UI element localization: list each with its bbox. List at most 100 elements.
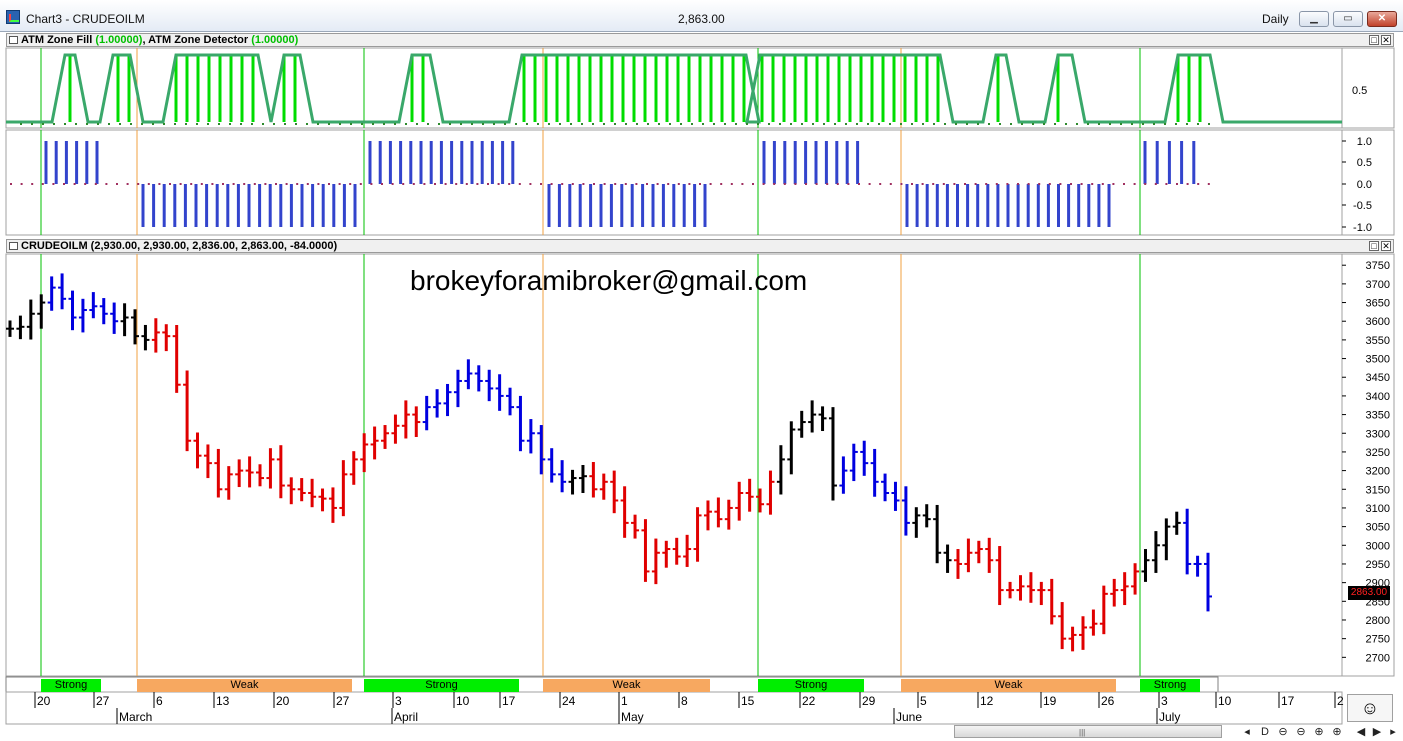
zone-dot — [284, 123, 286, 125]
zoom-reset-icon[interactable]: ⊖ — [1294, 725, 1308, 739]
detector-dot — [836, 183, 839, 185]
detector-dot — [783, 183, 786, 185]
detector-dot — [518, 183, 521, 185]
price-axis-tick: 3700 — [1366, 279, 1390, 291]
detector-dot — [677, 183, 680, 185]
zone-label-weak: Weak — [137, 679, 352, 692]
date-axis-day: 29 — [862, 694, 876, 708]
chart-canvas[interactable]: 0.5 1.0 0.5 0.0 -0.5 -1.0 3750 3700 3650 3600 3550… — [0, 0, 1403, 741]
date-axis-day: 15 — [741, 694, 755, 708]
detector-dot — [1123, 183, 1125, 185]
zone-dot — [251, 123, 253, 125]
detector-dot — [423, 183, 426, 185]
smiley-icon[interactable]: ☺ — [1347, 694, 1393, 722]
zone-dot — [416, 123, 418, 125]
horizontal-scrollbar[interactable]: ||| — [954, 725, 1222, 738]
zone-dot — [1142, 123, 1144, 125]
price-axis-tick: 3000 — [1366, 540, 1390, 552]
detector-dot — [52, 183, 55, 185]
zone-dot — [790, 123, 792, 125]
zone-dot — [394, 123, 396, 125]
scrollbar-grip-icon[interactable]: ||| — [1079, 728, 1085, 737]
detector-dot — [296, 183, 299, 185]
zone-dot — [988, 123, 990, 125]
detector-dot — [752, 183, 754, 185]
detector-dot — [826, 183, 829, 185]
price-axis-tick: 3250 — [1366, 447, 1390, 459]
date-axis-day: 17 — [502, 694, 516, 708]
detector-dot — [126, 183, 129, 185]
zone-dot — [647, 123, 649, 125]
detector-dot — [656, 183, 659, 185]
detector-dot — [624, 183, 627, 185]
detector-dot — [889, 183, 892, 185]
zoom-fit-icon[interactable]: ⊕ — [1330, 725, 1344, 739]
date-axis-day: 24 — [562, 694, 576, 708]
detector-dot — [328, 183, 330, 185]
zone-dot — [966, 123, 968, 125]
scroll-right-icon[interactable]: ▶ — [1370, 725, 1384, 739]
price-axis-tick: 3650 — [1366, 298, 1390, 310]
scroll-last-icon[interactable]: ▸ — [1386, 725, 1400, 739]
zoom-out-icon[interactable]: ⊖ — [1276, 725, 1290, 739]
detector-dot — [169, 183, 171, 185]
price-axis-tick: 2950 — [1366, 559, 1390, 571]
zone-dot — [911, 123, 913, 125]
zone-dot — [119, 123, 121, 125]
zone-dot — [273, 123, 275, 125]
detector-dot — [561, 183, 564, 185]
zone-dot — [262, 123, 264, 125]
zone-dot — [207, 123, 209, 125]
detector-dot — [1080, 183, 1083, 185]
zone-dot — [977, 123, 979, 125]
zone-dot — [999, 123, 1001, 125]
zone-dot — [922, 123, 924, 125]
last-price-tag: 2863.00 — [1348, 586, 1390, 600]
detector-dot — [10, 183, 12, 185]
detector-dot — [1038, 183, 1041, 185]
detector-dot — [974, 183, 977, 185]
detector-dot — [20, 183, 23, 185]
scroll-day-icon[interactable]: D — [1258, 725, 1272, 739]
date-axis-day: 8 — [681, 694, 688, 708]
zone-dot — [1032, 123, 1034, 125]
detector-dot — [338, 183, 341, 185]
detector-dot — [1027, 183, 1030, 185]
date-axis-day: 20 — [37, 694, 51, 708]
zone-dot — [427, 123, 429, 125]
zone-label-strong: Strong — [364, 679, 519, 692]
zone-dot — [768, 123, 770, 125]
detector-dot — [285, 183, 288, 185]
zone-dot — [130, 123, 132, 125]
detector-dot — [1197, 183, 1200, 185]
detector-dot — [455, 183, 458, 185]
detector-dot — [911, 183, 913, 185]
detector-dot — [550, 183, 553, 185]
scroll-left-icon[interactable]: ◀ — [1354, 725, 1368, 739]
zone-dot — [405, 123, 407, 125]
date-axis-day: 1 — [621, 694, 628, 708]
detector-dot — [412, 183, 415, 185]
zone-dot — [86, 123, 88, 125]
price-axis-tick: 3300 — [1366, 428, 1390, 440]
zone-dot — [1197, 123, 1199, 125]
zone-dot — [1054, 123, 1056, 125]
zone-dot — [570, 123, 572, 125]
date-axis-day: 5 — [920, 694, 927, 708]
zone-dot — [669, 123, 671, 125]
detector-axis-tick: 0.0 — [1357, 179, 1372, 191]
detector-dot — [815, 183, 818, 185]
zoom-in-icon[interactable]: ⊕ — [1312, 725, 1326, 739]
detector-dot — [603, 183, 606, 185]
zone-dot — [163, 123, 165, 125]
zone-dot — [317, 123, 319, 125]
detector-dot — [794, 183, 797, 185]
zone-dot — [1109, 123, 1111, 125]
scroll-first-icon[interactable]: ◂ — [1240, 725, 1254, 739]
price-axis-tick: 2800 — [1366, 615, 1390, 627]
detector-dot — [688, 183, 691, 185]
zone-dot — [218, 123, 220, 125]
detector-dot — [699, 183, 701, 185]
zone-dot — [185, 123, 187, 125]
price-axis-tick: 3100 — [1366, 503, 1390, 515]
